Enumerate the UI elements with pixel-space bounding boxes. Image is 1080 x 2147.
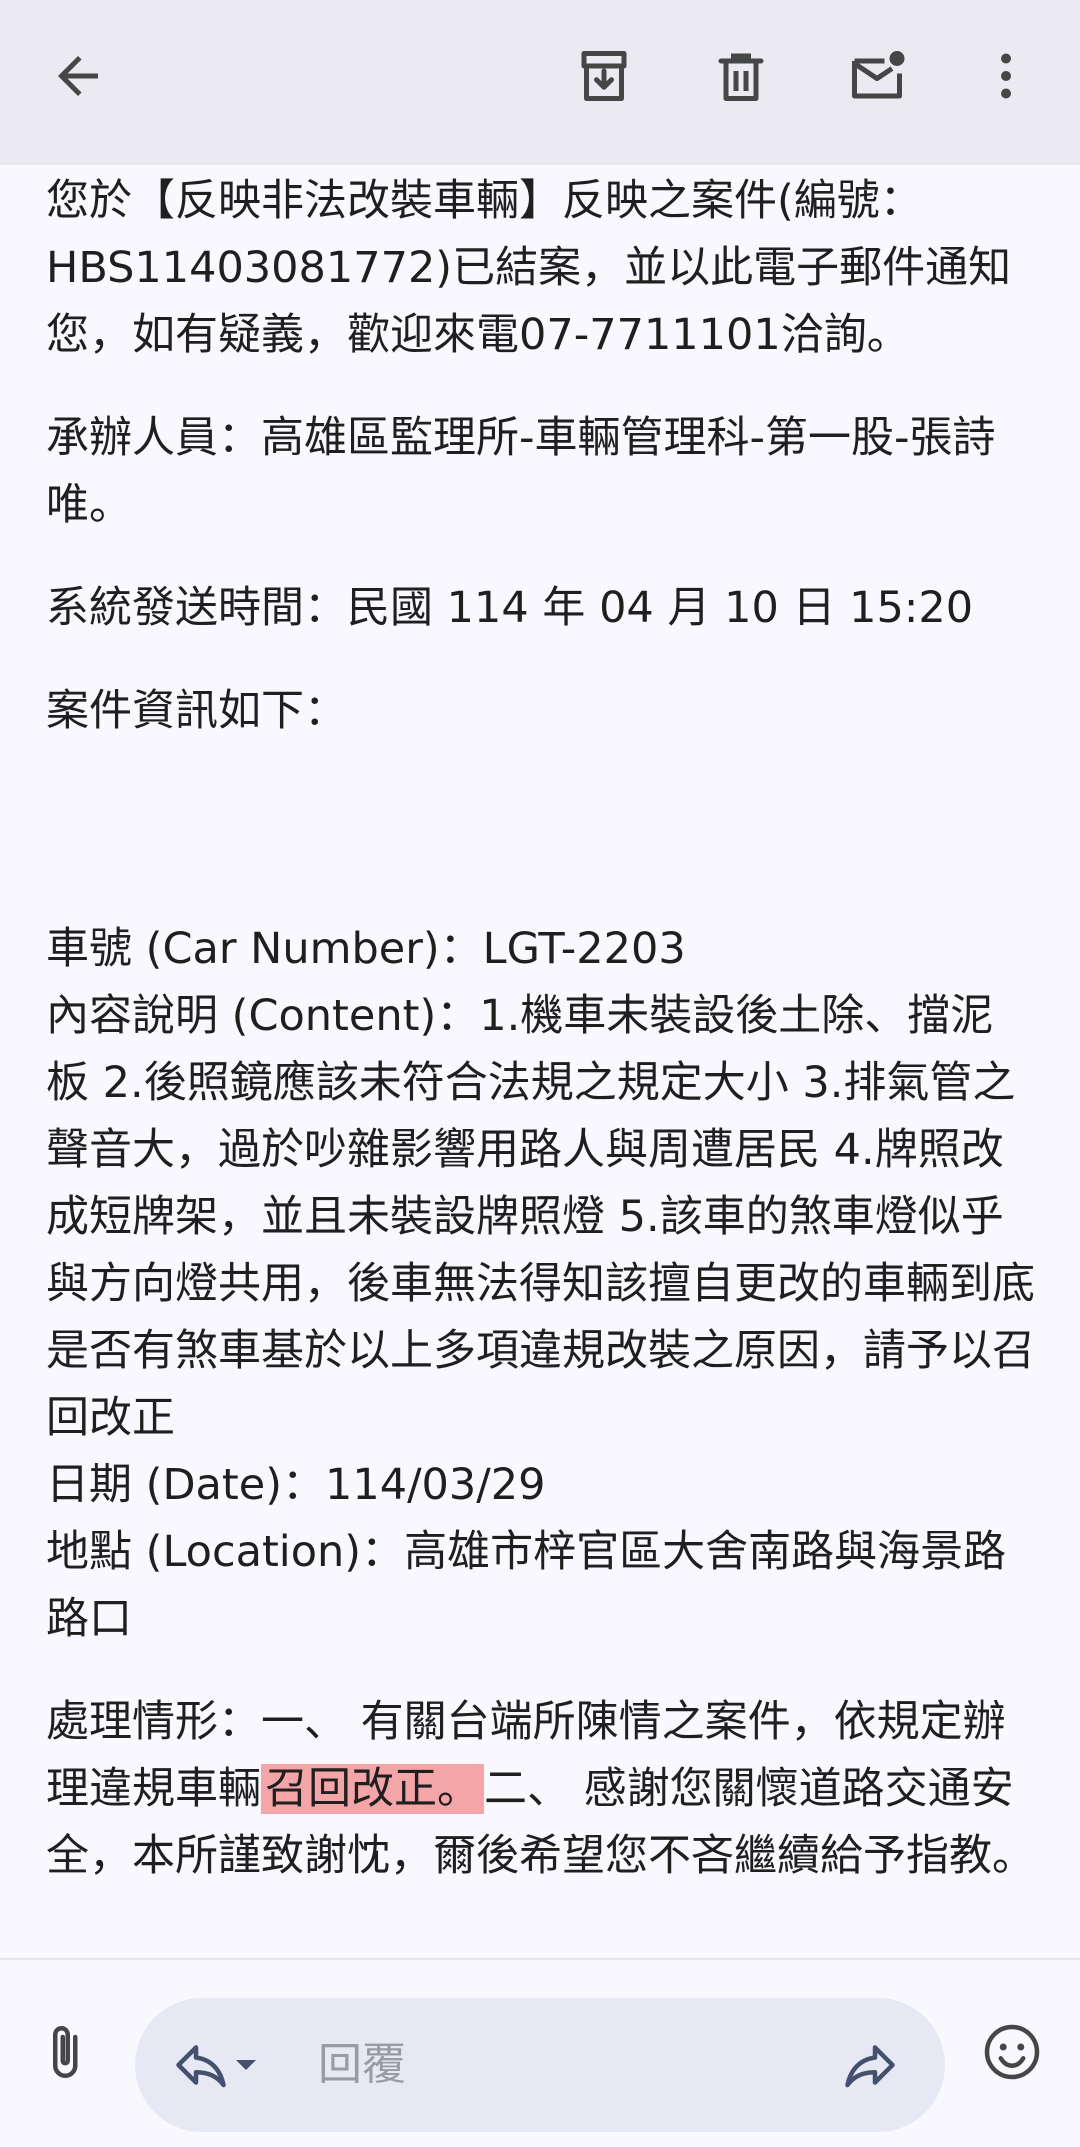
car-number: 車號 (Car Number)：LGT-2203 [46,924,686,974]
email-body: 您於【反映非法改裝車輛】反映之案件(編號：HBS11403081772)已結案，… [46,168,1036,1890]
email-sent-time: 系統發送時間：民國 114 年 04 月 10 日 15:20 [46,583,974,633]
paperclip-icon [53,2026,78,2078]
reply-options-dropdown[interactable] [221,2023,271,2107]
more-options-button[interactable] [964,34,1048,118]
case-date: 日期 (Date)：114/03/29 [46,1460,546,1510]
emoji-icon [984,2024,1040,2080]
email-handler: 承辦人員：高雄區監理所-車輛管理科-第一股-張詩唯。 [46,413,996,530]
emoji-button[interactable] [970,2010,1054,2094]
mail-unread-icon [852,51,905,99]
forward-button[interactable] [828,2023,912,2107]
case-location: 地點 (Location)：高雄市梓官區大舍南路與海景路路口 [46,1527,1007,1644]
mark-unread-button[interactable] [835,34,919,118]
arrow-left-icon [58,56,98,96]
more-vert-icon [1001,53,1011,99]
reply-bar: 回覆 [0,1958,1080,2147]
archive-icon [581,51,627,101]
attach-button[interactable] [22,2010,106,2094]
delete-button[interactable] [699,34,783,118]
back-button[interactable] [36,34,120,118]
archive-button[interactable] [562,34,646,118]
reply-placeholder: 回覆 [318,2039,406,2090]
reply-field[interactable]: 回覆 [135,1998,945,2132]
caret-down-icon [236,2060,256,2070]
highlighted-text: 召回改正。 [261,1764,484,1814]
top-app-bar [0,0,1080,165]
forward-icon [845,2045,895,2088]
case-content: 內容說明 (Content)：1.機車未裝設後土除、擋泥板 2.後照鏡應該未符合… [46,991,1035,1443]
trash-icon [718,53,764,101]
email-intro: 您於【反映非法改裝車輛】反映之案件(編號：HBS11403081772)已結案，… [46,176,1012,360]
case-info-heading: 案件資訊如下： [46,686,347,736]
handling-status: 處理情形：一、 有關台端所陳情之案件，依規定辦理違規車輛召回改正。二、 感謝您關… [46,1689,1036,1890]
